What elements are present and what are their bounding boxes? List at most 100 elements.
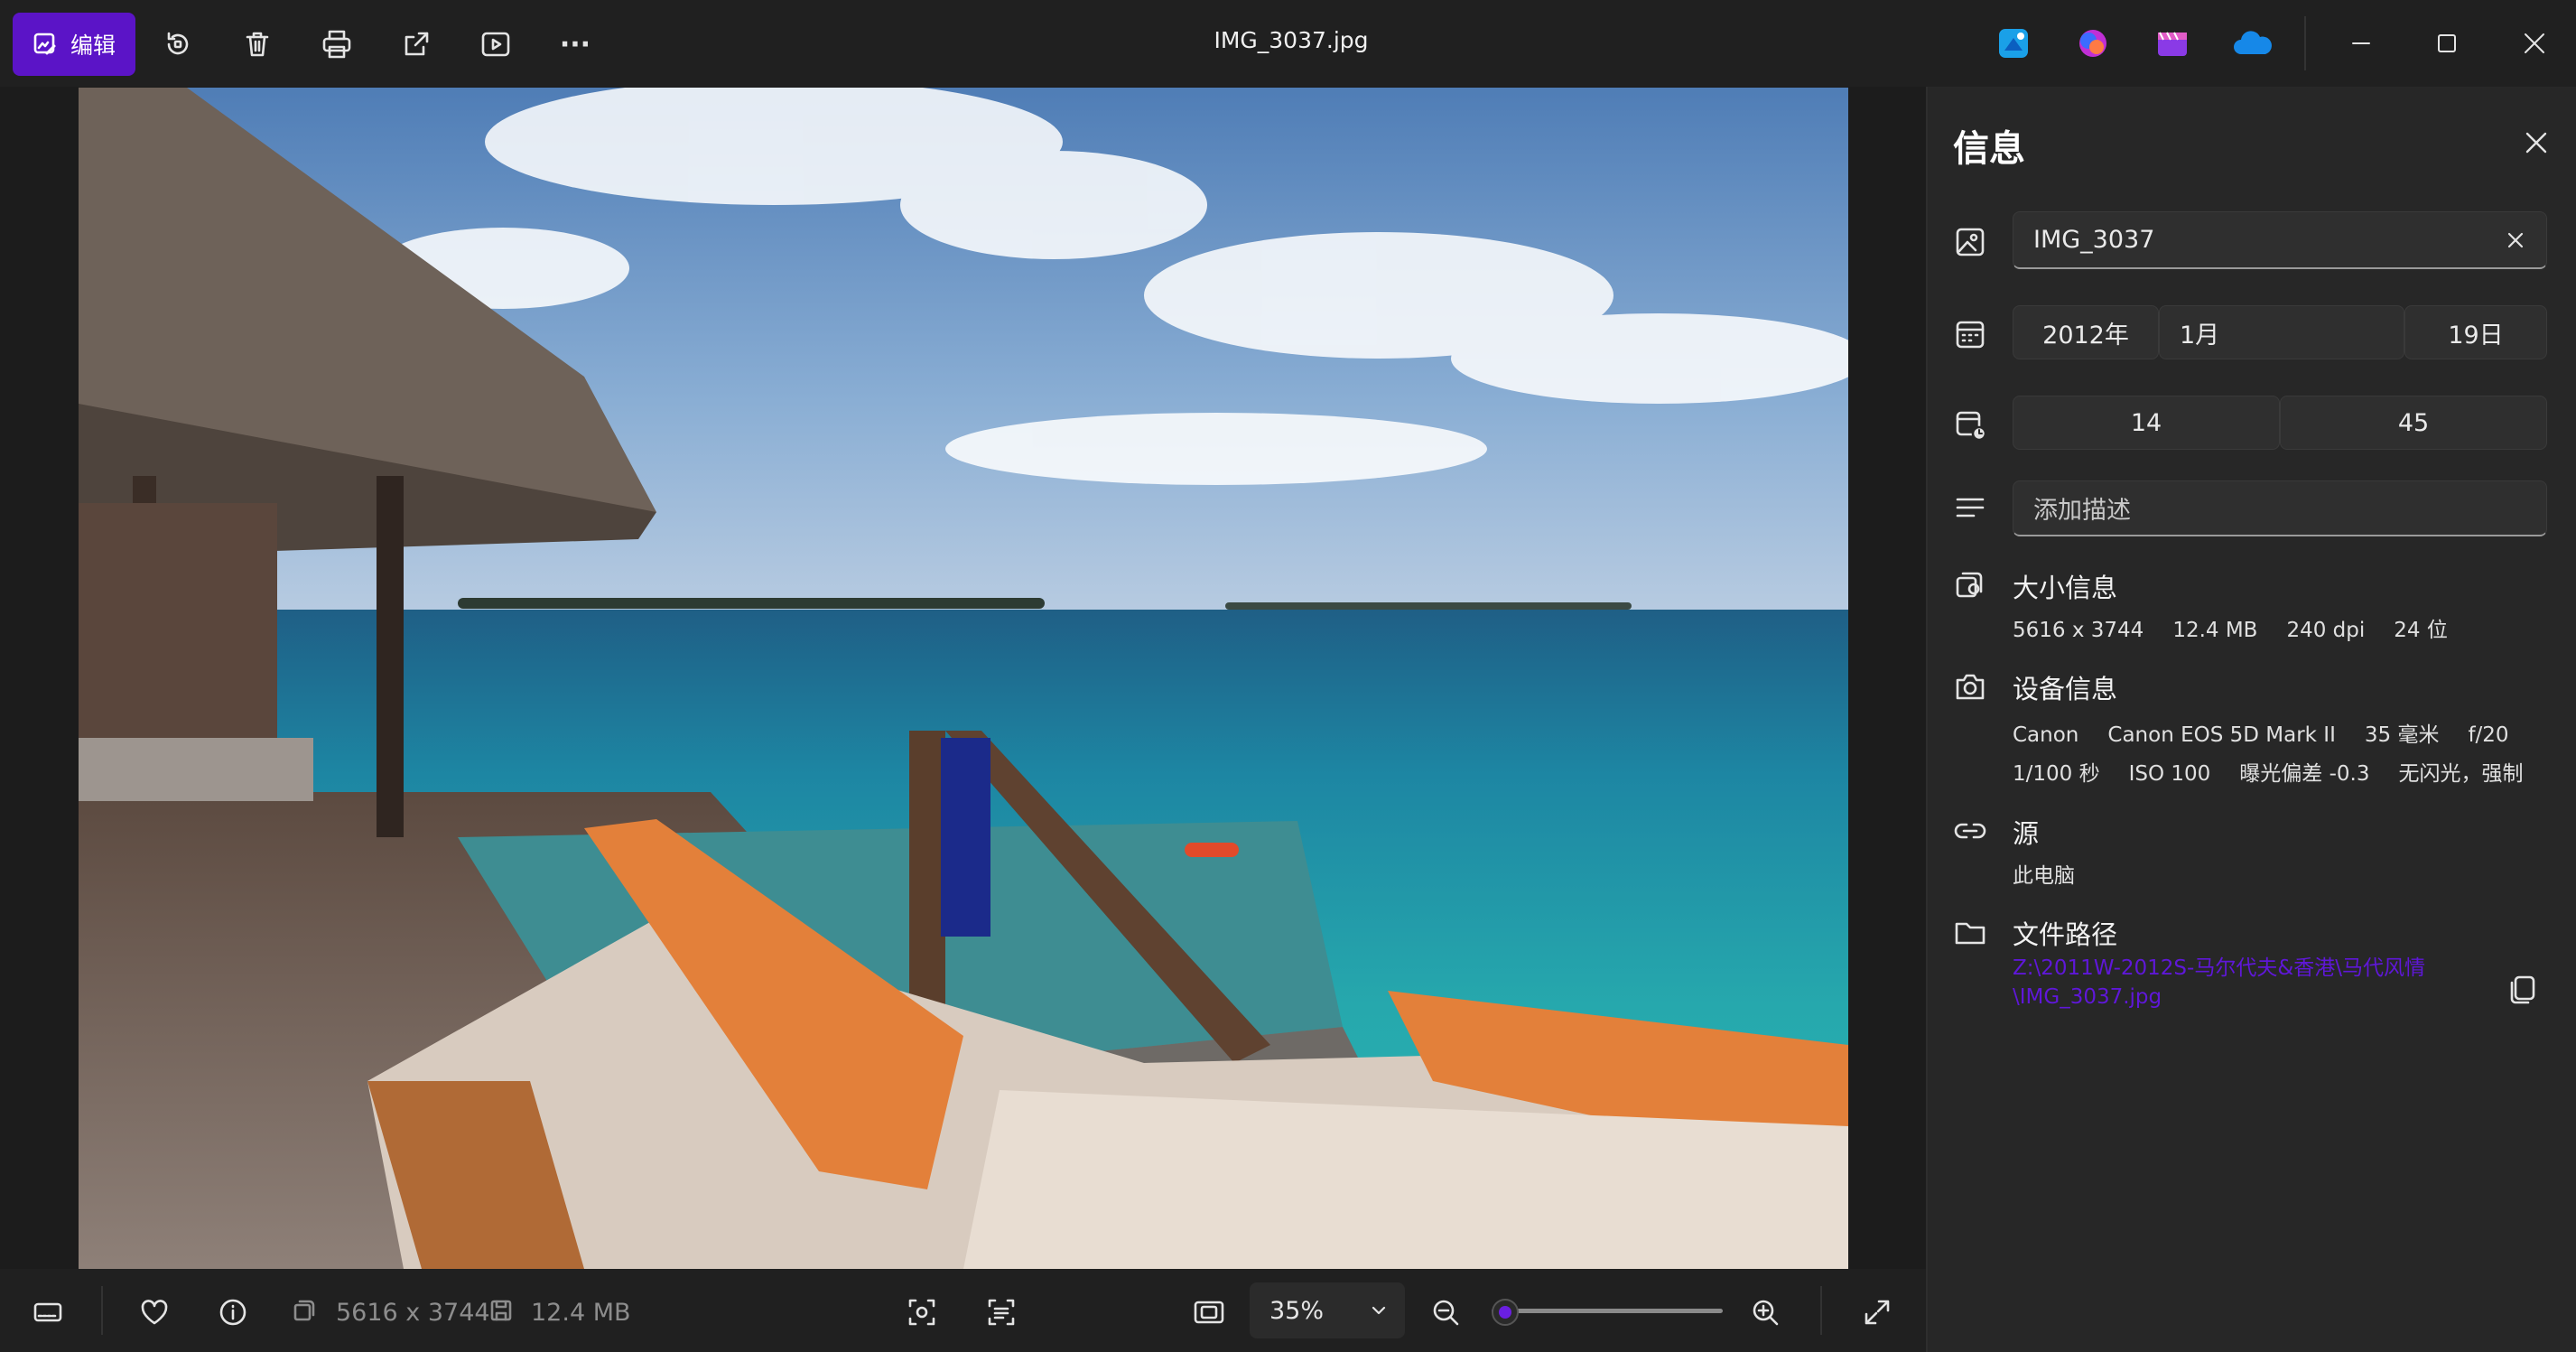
year-value: 2012年 [2042, 321, 2129, 350]
size-info-icon [1950, 565, 1990, 605]
maximize-button[interactable] [2420, 18, 2474, 69]
zoom-level-dropdown[interactable]: 35% [1250, 1282, 1405, 1338]
close-window-button[interactable] [2507, 18, 2562, 69]
text-scan-button[interactable] [979, 1290, 1024, 1335]
month-value: 1月 [2180, 321, 2220, 350]
video-editor-app-icon[interactable] [2154, 25, 2190, 61]
device-model: Canon EOS 5D Mark II [2107, 723, 2336, 747]
heart-icon [141, 1300, 168, 1325]
description-input[interactable]: 添加描述 [2013, 480, 2547, 536]
size-filesize: 12.4 MB [2172, 619, 2258, 642]
device-line-2: 1/100 秒 ISO 100 曝光偏差 -0.3 无闪光，强制 [2013, 756, 2553, 787]
visual-search-button[interactable] [899, 1290, 944, 1335]
window-title: IMG_3037.jpg [1214, 27, 1369, 53]
zoom-level-value: 35% [1269, 1296, 1325, 1325]
device-line-1: Canon Canon EOS 5D Mark II 35 毫米 f/20 [2013, 717, 2538, 748]
size-dimensions: 5616 x 3744 [2013, 619, 2144, 642]
panel-title: 信息 [1953, 128, 2025, 170]
day-select[interactable]: 19日 [2404, 305, 2547, 359]
source-section-title: 源 [2013, 818, 2040, 849]
copy-path-button[interactable] [2503, 970, 2543, 1010]
edit-button[interactable]: 编辑 [13, 13, 135, 76]
chevron-down-icon [1369, 1301, 1389, 1320]
visual-search-icon [908, 1299, 935, 1326]
title-field[interactable]: IMG_3037 [2013, 211, 2547, 269]
description-placeholder: 添加描述 [2033, 497, 2131, 525]
description-icon [1950, 488, 1990, 527]
zoom-in-icon [1753, 1300, 1779, 1326]
maximize-icon [2438, 34, 2456, 52]
title-field-value: IMG_3037 [2033, 226, 2155, 254]
folder-icon [1950, 912, 1990, 952]
clipchamp-app-icon[interactable] [2075, 25, 2111, 61]
filmstrip-icon [33, 1302, 62, 1322]
onedrive-cloud-icon[interactable] [2232, 27, 2274, 60]
info-button[interactable] [210, 1290, 256, 1335]
clear-title-button[interactable] [2501, 226, 2530, 255]
camera-icon [1950, 667, 1990, 706]
filmstrip-button[interactable] [25, 1290, 70, 1335]
favorite-button[interactable] [132, 1290, 177, 1335]
year-select[interactable]: 2012年 [2013, 305, 2159, 359]
edit-image-icon [33, 32, 58, 57]
iso: ISO 100 [2128, 762, 2211, 786]
clear-icon [2507, 232, 2524, 248]
device-section-title: 设备信息 [2013, 674, 2118, 704]
path-section-title: 文件路径 [2013, 919, 2118, 950]
link-icon [1950, 811, 1990, 851]
calendar-icon [1950, 314, 1990, 354]
rotate-button[interactable] [155, 22, 200, 67]
minute-value: 45 [2397, 408, 2430, 437]
zoom-out-icon [1433, 1300, 1459, 1326]
minute-select[interactable]: 45 [2280, 396, 2547, 450]
zoom-out-button[interactable] [1423, 1290, 1468, 1335]
aperture: f/20 [2468, 723, 2509, 747]
image-icon [1950, 222, 1990, 262]
source-value: 此电脑 [2013, 864, 2075, 888]
close-panel-button[interactable] [2518, 125, 2554, 161]
day-value: 19日 [2448, 321, 2504, 350]
rotate-icon [167, 32, 189, 55]
beach-villa-photo [79, 88, 1848, 1269]
text-scan-icon [988, 1299, 1015, 1326]
slideshow-button[interactable] [473, 22, 518, 67]
image-dimensions: 5616 x 3744 [336, 1299, 490, 1327]
fit-to-window-button[interactable] [1186, 1290, 1232, 1335]
exposure-bias: 曝光偏差 -0.3 [2239, 762, 2370, 786]
clock-calendar-icon [1950, 405, 1990, 444]
minimize-icon [2352, 42, 2370, 44]
edit-label: 编辑 [70, 33, 116, 59]
zoom-in-button[interactable] [1743, 1290, 1788, 1335]
save-disk-icon [488, 1297, 515, 1324]
zoom-slider-track[interactable] [1492, 1309, 1723, 1313]
delete-button[interactable] [235, 22, 280, 67]
size-dpi: 240 dpi [2286, 619, 2366, 642]
close-icon [2525, 132, 2547, 154]
minimize-button[interactable] [2334, 18, 2388, 69]
copy-icon [2510, 975, 2535, 1004]
month-select[interactable]: 1月 [2159, 305, 2404, 359]
dimensions-icon [291, 1297, 318, 1324]
share-button[interactable] [394, 22, 439, 67]
image-filesize: 12.4 MB [531, 1299, 631, 1327]
share-icon [405, 32, 429, 56]
hour-value: 14 [2130, 408, 2162, 437]
toolbar-divider [101, 1286, 103, 1335]
shutter-speed: 1/100 秒 [2013, 762, 2100, 786]
print-button[interactable] [314, 22, 359, 67]
fullscreen-button[interactable] [1855, 1290, 1900, 1335]
flash: 无闪光，强制 [2398, 762, 2524, 786]
info-icon [219, 1299, 246, 1326]
size-section-title: 大小信息 [2013, 573, 2118, 603]
titlebar-divider [2304, 16, 2306, 70]
fit-screen-icon [1194, 1301, 1224, 1324]
photo-canvas[interactable] [79, 88, 1848, 1269]
more-icon: ··· [559, 28, 591, 61]
printer-icon [322, 30, 351, 59]
size-bitdepth: 24 位 [2394, 619, 2448, 642]
file-path-link[interactable]: Z:\2011W-2012S-马尔代夫&香港\马代风情\IMG_3037.jpg [2013, 954, 2437, 1012]
more-options-button[interactable]: ··· [553, 22, 598, 67]
designer-app-icon[interactable] [1995, 25, 2032, 61]
close-icon [2525, 33, 2544, 53]
hour-select[interactable]: 14 [2013, 396, 2280, 450]
